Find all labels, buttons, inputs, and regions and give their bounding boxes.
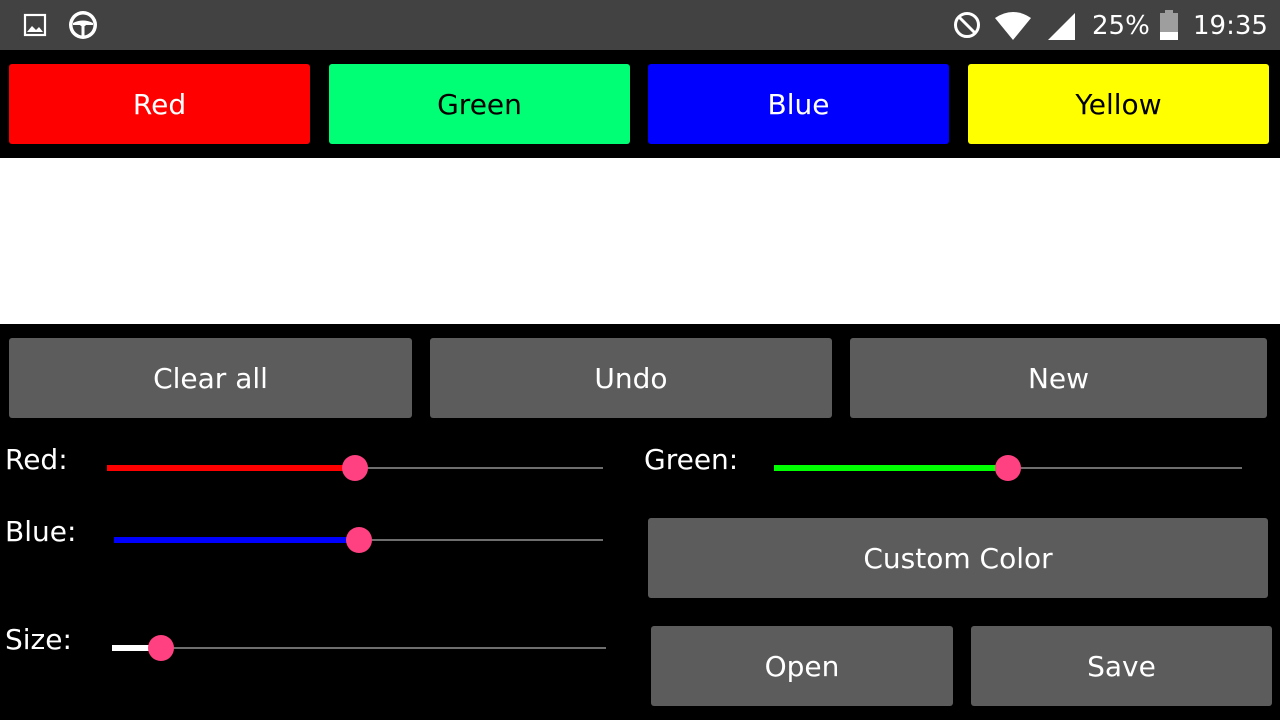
size-slider-thumb[interactable] [148,635,175,661]
green-slider[interactable] [774,453,1242,483]
green-label: Green: [644,443,739,476]
green-preset-button[interactable]: Green [329,64,630,144]
red-label: Red: [5,443,68,476]
blue-slider-fill [114,537,359,543]
red-slider[interactable] [107,453,603,483]
yellow-preset-button[interactable]: Yellow [968,64,1269,144]
signal-icon [1046,11,1076,45]
blue-preset-button[interactable]: Blue [648,64,949,144]
blue-preset-label: Blue [767,87,830,121]
red-slider-thumb[interactable] [342,455,368,481]
green-slider-thumb[interactable] [995,455,1021,481]
wifi-icon [994,11,1032,45]
drawing-canvas[interactable] [0,158,1280,324]
blue-slider[interactable] [114,525,603,555]
undo-label: Undo [594,361,668,395]
save-button[interactable]: Save [971,626,1272,706]
undo-button[interactable]: Undo [430,338,832,418]
open-label: Open [764,649,840,683]
battery-percent: 25% [1092,11,1150,41]
clear-all-label: Clear all [153,361,268,395]
red-slider-fill [107,465,355,471]
custom-color-label: Custom Color [863,541,1053,575]
do-not-disturb-icon [953,11,981,43]
size-slider-track [112,647,606,649]
clock: 19:35 [1193,11,1268,41]
blue-label: Blue: [5,515,77,548]
new-button[interactable]: New [850,338,1267,418]
image-icon [23,13,47,41]
green-preset-label: Green [437,87,522,121]
status-bar: 25% 19:35 [0,0,1280,50]
battery-icon [1159,10,1179,44]
blue-slider-thumb[interactable] [345,527,372,553]
save-label: Save [1087,649,1156,683]
green-slider-fill [774,465,1008,471]
new-label: New [1027,361,1090,395]
custom-color-button[interactable]: Custom Color [648,518,1268,598]
clear-all-button[interactable]: Clear all [9,338,412,418]
open-button[interactable]: Open [651,626,953,706]
size-slider[interactable] [112,633,606,663]
red-preset-button[interactable]: Red [9,64,310,144]
red-preset-label: Red [132,87,187,121]
steering-wheel-icon [67,9,99,45]
yellow-preset-label: Yellow [1075,87,1162,121]
size-label: Size: [5,623,72,656]
